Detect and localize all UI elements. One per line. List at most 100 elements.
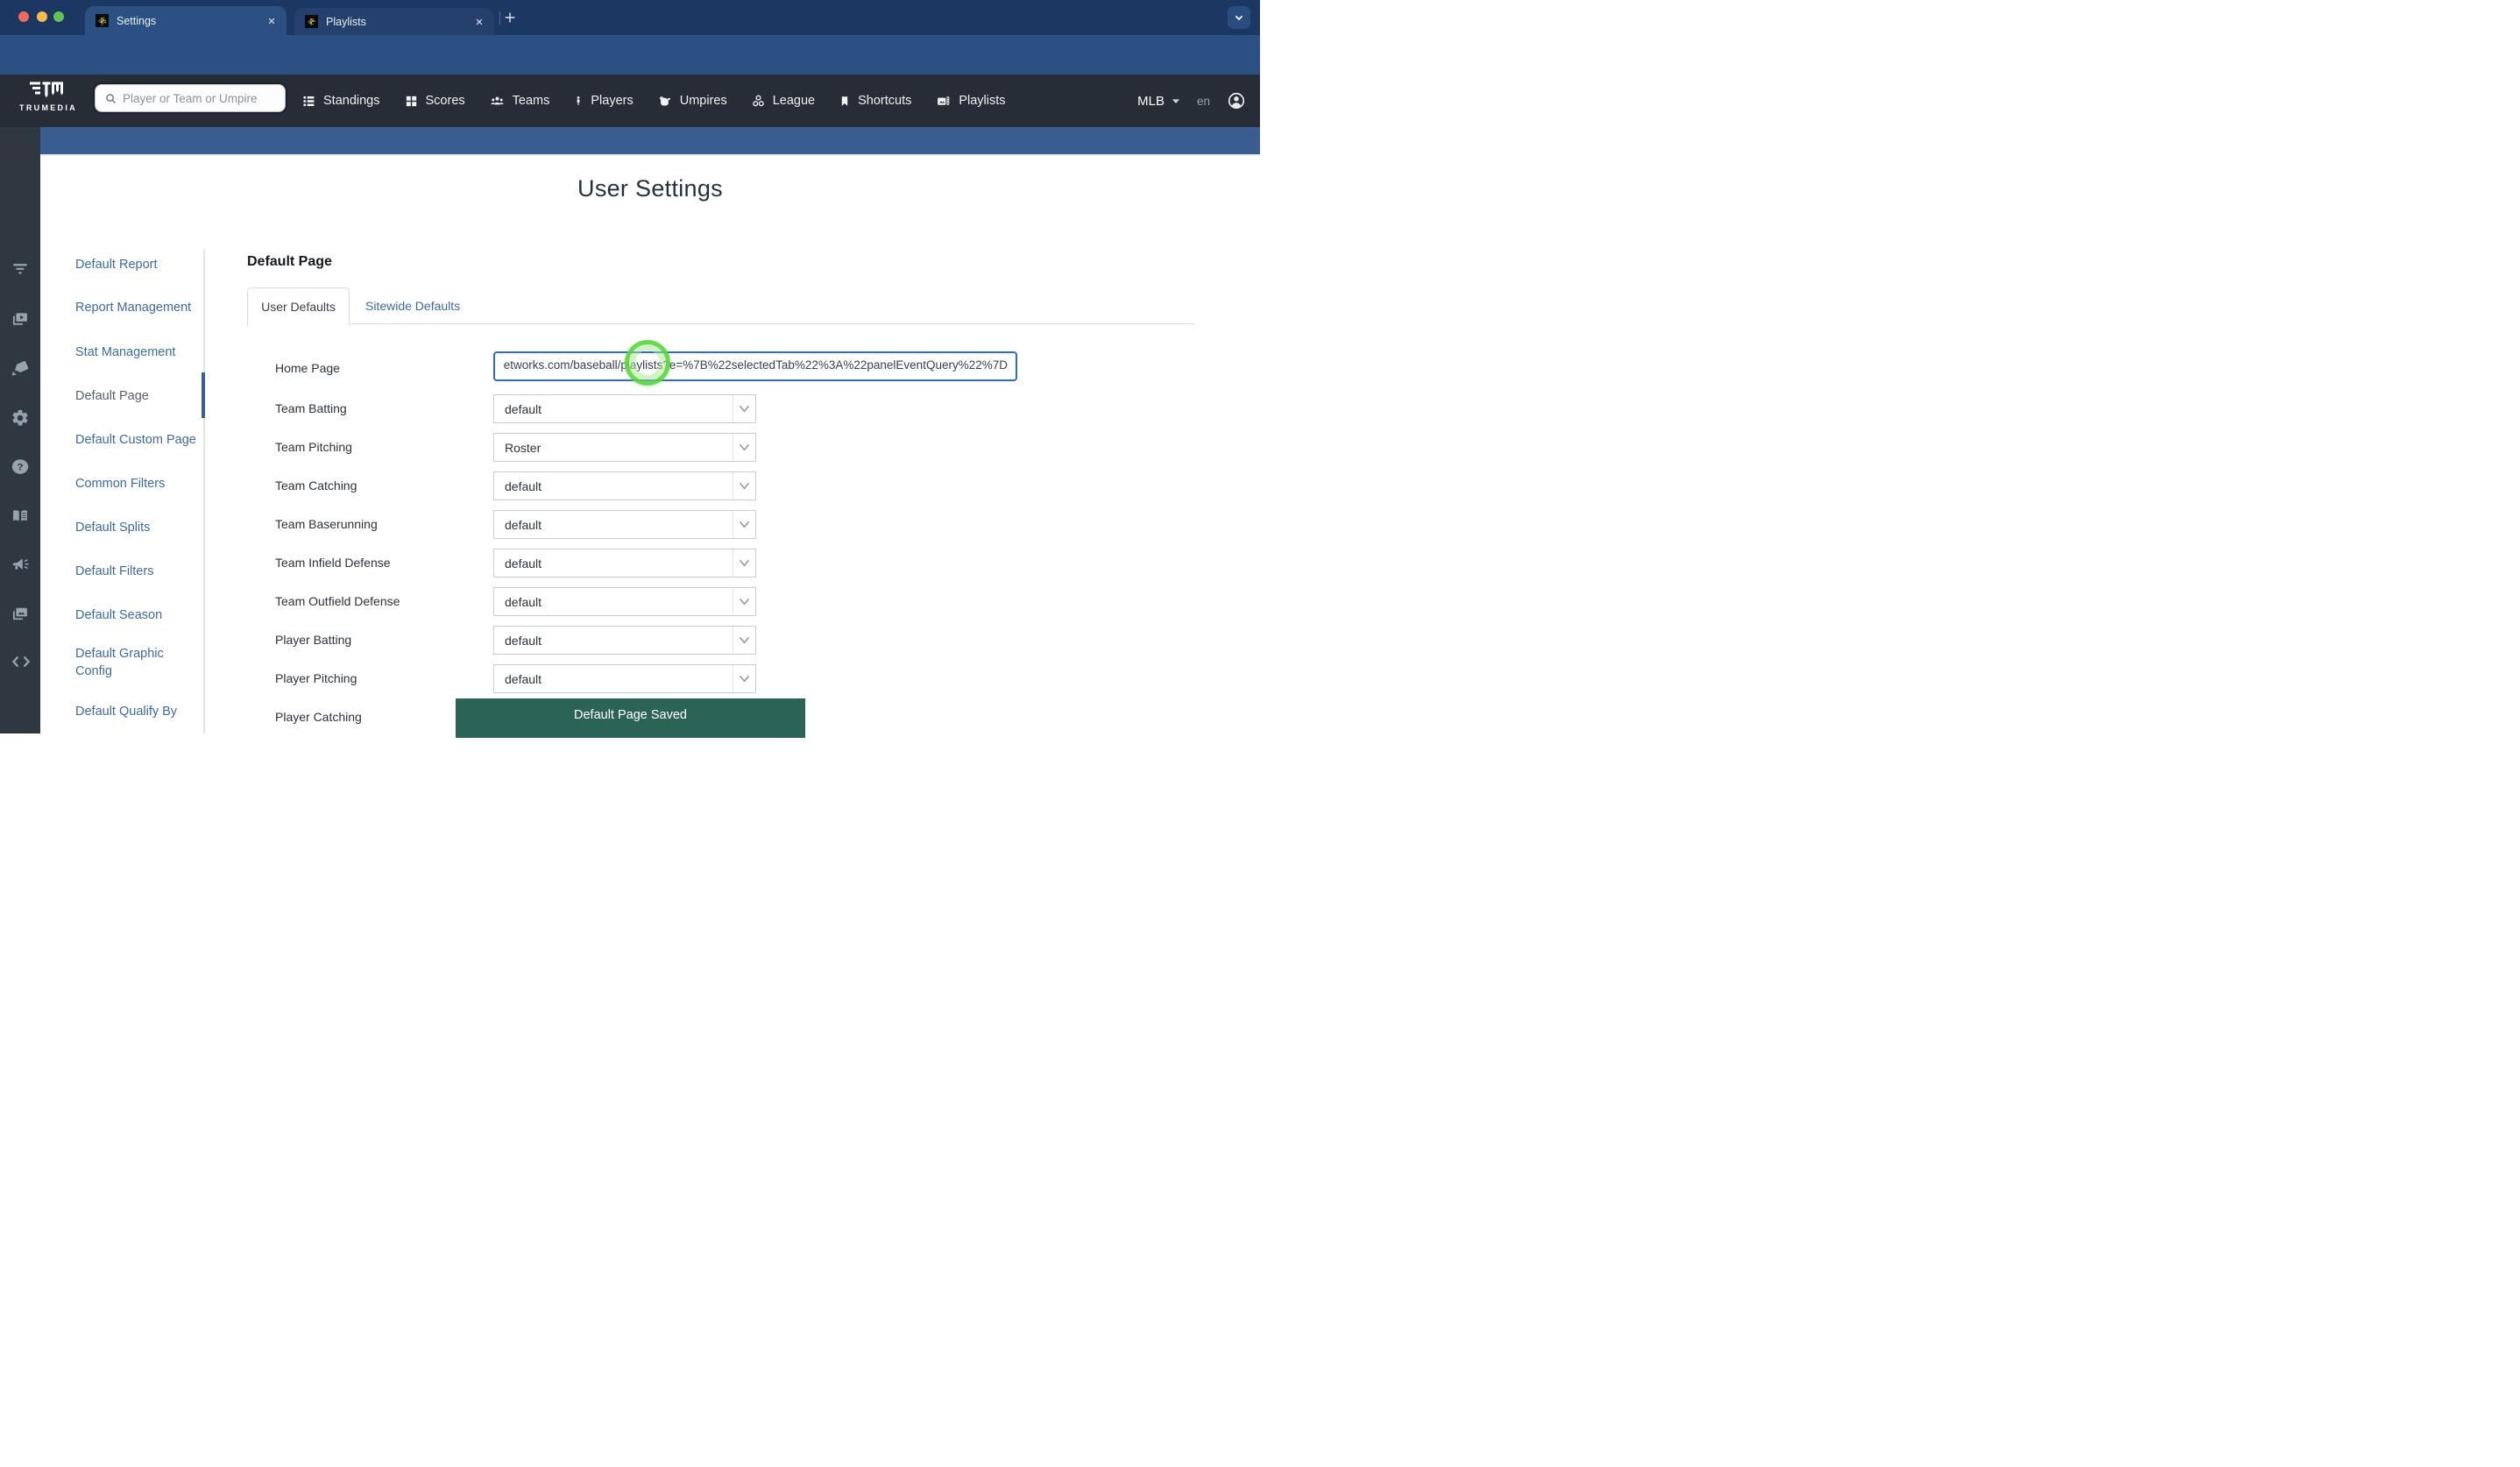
form-row-team-batting: Team Batting default [247, 394, 1036, 423]
form-row-team-baserunning: Team Baserunning default [247, 510, 1036, 539]
home-page-input[interactable]: etworks.com/baseball/playlists?e=%7B%22s… [493, 351, 1017, 381]
team-batting-select[interactable]: default [493, 394, 756, 423]
menu-item-default-page[interactable]: Default Page [75, 387, 207, 405]
balls-cluster-icon [751, 94, 766, 109]
browser-tab-strip: Settings Playlists [0, 0, 1260, 35]
trumedia-mark-icon [29, 80, 67, 101]
league-selector[interactable]: MLB [1137, 94, 1180, 109]
form-row-team-pitching: Team Pitching Roster [247, 433, 1036, 462]
menu-item-default-splits[interactable]: Default Splits [75, 519, 207, 536]
chevron-down-icon [733, 627, 755, 654]
language-selector[interactable]: en [1197, 95, 1210, 108]
panel-tabs: User Defaults Sitewide Defaults [247, 287, 1195, 324]
tag-icon[interactable] [11, 358, 30, 378]
form-row-player-pitching: Player Pitching default [247, 664, 1036, 693]
video-library-icon[interactable] [11, 310, 30, 328]
nav-item-players[interactable]: Players [573, 93, 633, 109]
megaphone-icon[interactable] [11, 556, 32, 574]
filter-icon[interactable] [11, 260, 30, 278]
tab-title: Settings [117, 15, 267, 27]
close-icon[interactable] [267, 17, 276, 25]
search-input[interactable] [123, 92, 272, 105]
browser-tab-playlists[interactable]: Playlists [294, 8, 494, 35]
team-baserunning-select[interactable]: default [493, 510, 756, 539]
svg-text:?: ? [18, 462, 24, 472]
team-infield-defense-select[interactable]: default [493, 549, 756, 578]
person-icon [573, 93, 584, 109]
menu-item-default-graphic-config[interactable]: Default Graphic Config [75, 645, 181, 680]
nav-item-shortcuts[interactable]: Shortcuts [839, 94, 911, 109]
form-row-team-catching: Team Catching default [247, 471, 1036, 500]
account-icon[interactable] [1227, 91, 1246, 110]
window-zoom-button[interactable] [53, 11, 64, 22]
nav-item-standings[interactable]: Standings [301, 94, 380, 109]
tab-title: Playlists [326, 16, 475, 28]
gallery-icon[interactable] [11, 605, 30, 622]
grid-icon [404, 94, 419, 109]
nav-item-teams[interactable]: Teams [489, 94, 550, 109]
favicon-heatmap-icon [305, 15, 318, 28]
code-icon[interactable] [11, 654, 32, 670]
menu-item-default-custom-page[interactable]: Default Custom Page [75, 431, 207, 449]
panel-heading: Default Page [247, 254, 332, 270]
chevron-down-icon [733, 665, 755, 692]
screenshot-root: { "browser": { "tabs": [ { "title": "Set… [0, 0, 1260, 734]
form-row-player-batting: Player Batting default [247, 626, 1036, 655]
window-close-button[interactable] [18, 11, 29, 22]
people-icon [489, 94, 506, 109]
page-title: User Settings [40, 175, 1260, 202]
window-minimize-button[interactable] [37, 11, 47, 22]
page-top-band [40, 127, 1260, 156]
brand-name: TRUMEDIA [5, 103, 91, 112]
tab-search-icon[interactable] [1228, 6, 1250, 29]
team-catching-select[interactable]: default [493, 471, 756, 500]
menu-item-common-filters[interactable]: Common Filters [75, 475, 207, 493]
nav-item-umpires[interactable]: Umpires [657, 94, 727, 109]
left-rail: ? [0, 127, 40, 734]
team-outfield-defense-select[interactable]: default [493, 587, 756, 616]
chevron-down-icon [733, 472, 755, 500]
home-page-label: Home Page [275, 359, 340, 377]
global-search[interactable] [95, 84, 286, 112]
menu-item-report-management[interactable]: Report Management [75, 299, 207, 316]
chevron-down-icon [733, 434, 755, 461]
menu-active-indicator [202, 372, 205, 418]
nav-item-scores[interactable]: Scores [404, 94, 465, 109]
help-icon[interactable]: ? [11, 457, 30, 476]
list-icon [301, 94, 316, 109]
tab-sitewide-defaults[interactable]: Sitewide Defaults [365, 287, 460, 324]
menu-item-default-filters[interactable]: Default Filters [75, 563, 207, 580]
browser-tab-settings[interactable]: Settings [85, 6, 287, 35]
tab-divider [499, 11, 500, 25]
form-row-team-infield-defense: Team Infield Defense default [247, 549, 1036, 578]
favicon-heatmap-icon [96, 14, 109, 27]
chevron-down-icon [733, 588, 755, 615]
chevron-down-icon [733, 549, 755, 577]
menu-item-default-report[interactable]: Default Report [75, 256, 207, 273]
default-page-panel: Default Page User Defaults Sitewide Defa… [247, 257, 1195, 734]
tab-user-defaults[interactable]: User Defaults [247, 287, 350, 325]
book-icon[interactable] [11, 507, 30, 525]
glove-icon [657, 94, 673, 109]
new-tab-icon[interactable] [503, 11, 517, 25]
nav-item-playlists[interactable]: Playlists [935, 94, 1005, 109]
menu-divider [203, 250, 205, 734]
trumedia-logo[interactable]: TRUMEDIA [5, 77, 91, 124]
menu-item-stat-management[interactable]: Stat Management [75, 344, 207, 361]
player-batting-select[interactable]: default [493, 626, 756, 655]
close-icon[interactable] [475, 18, 484, 26]
gear-icon[interactable] [11, 408, 30, 428]
header-right: MLB en [1137, 74, 1246, 127]
media-gallery-icon [935, 94, 952, 109]
player-pitching-select[interactable]: default [493, 664, 756, 693]
menu-item-default-season[interactable]: Default Season [75, 606, 207, 624]
nav-item-league[interactable]: League [751, 94, 815, 109]
toast-notification: Default Page Saved [456, 698, 805, 738]
browser-toolbar: mlbdemo.trumedianetworks.com/baseball/se… [0, 35, 1260, 74]
bookmark-icon [839, 94, 851, 109]
team-pitching-select[interactable]: Roster [493, 433, 756, 462]
primary-nav: Standings Scores Teams Players Umpires L… [301, 74, 1006, 127]
chevron-down-icon [733, 511, 755, 538]
menu-item-default-qualify-by[interactable]: Default Qualify By [75, 703, 207, 720]
chevron-down-icon [1172, 98, 1180, 104]
